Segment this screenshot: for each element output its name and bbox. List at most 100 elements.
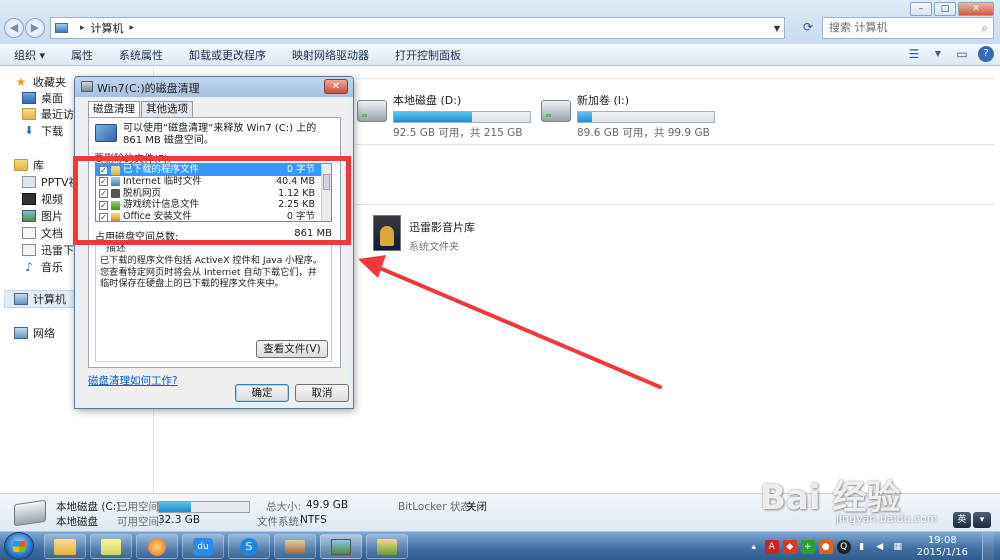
search-input[interactable]: 搜索 计算机 ⌕ bbox=[822, 17, 994, 39]
network-icon[interactable]: ▮ bbox=[855, 540, 869, 554]
help-icon[interactable]: ? bbox=[978, 46, 994, 62]
chevron-down-icon[interactable]: ▼ bbox=[774, 24, 780, 33]
tray-shield-icon[interactable]: ● bbox=[818, 539, 833, 554]
app-taskbar-button[interactable] bbox=[274, 534, 316, 559]
close-button[interactable]: ✕ bbox=[958, 2, 994, 16]
details-used-label: 已用空间: bbox=[117, 501, 163, 513]
ime-menu-icon[interactable]: ▾ bbox=[973, 512, 991, 528]
refresh-button[interactable]: ⟳ bbox=[797, 18, 819, 38]
window-controls: – □ ✕ bbox=[910, 2, 994, 16]
show-desktop-button[interactable] bbox=[982, 532, 994, 560]
xunlei-library-folder[interactable]: 迅雷影音片库 系统文件夹 bbox=[373, 215, 475, 253]
view-files-button[interactable]: 查看文件(V) bbox=[256, 340, 328, 358]
tray-security-icon[interactable]: + bbox=[800, 539, 815, 554]
highlight-box bbox=[73, 156, 351, 245]
nav-libraries[interactable]: 库 bbox=[14, 156, 44, 174]
nav-documents[interactable]: 文档 bbox=[22, 224, 63, 242]
drive-d[interactable]: 本地磁盘 (D:) 92.5 GB 可用，共 215 GB bbox=[357, 92, 531, 140]
image-viewer-taskbar-button[interactable] bbox=[320, 534, 362, 559]
notes-icon bbox=[101, 538, 121, 555]
dialog-intro: 可以使用“磁盘清理”来释放 Win7 (C:) 上的 861 MB 磁盘空间。 bbox=[123, 123, 317, 146]
drive-space: 92.5 GB 可用，共 215 GB bbox=[393, 127, 523, 139]
tray-shield-icon[interactable]: ◆ bbox=[782, 539, 797, 554]
maximize-button[interactable]: □ bbox=[934, 2, 956, 16]
nav-network[interactable]: 网络 bbox=[14, 324, 55, 342]
folder-type: 系统文件夹 bbox=[409, 242, 459, 253]
tray-up-arrow-icon[interactable]: ▴ bbox=[747, 540, 761, 554]
drive-usage-fill bbox=[394, 112, 472, 122]
nav-label: 计算机 bbox=[33, 293, 66, 306]
nav-label: 音乐 bbox=[41, 261, 63, 274]
nav-label: 收藏夹 bbox=[33, 76, 66, 89]
ime-icon[interactable]: 英 bbox=[953, 512, 971, 528]
organize-button[interactable]: 组织 ▾ bbox=[14, 47, 45, 63]
volume-icon[interactable]: ◀ bbox=[873, 540, 887, 554]
tray-app-icon[interactable]: ▦ bbox=[891, 540, 905, 554]
archive-taskbar-button[interactable] bbox=[366, 534, 408, 559]
drive-name: 本地磁盘 (D:) bbox=[393, 94, 462, 107]
control-panel-button[interactable]: 打开控制面板 bbox=[395, 47, 461, 63]
help-link[interactable]: 磁盘清理如何工作? bbox=[88, 373, 178, 388]
details-drive-name: 本地磁盘 (C:) bbox=[56, 501, 121, 513]
nav-pictures[interactable]: 图片 bbox=[22, 207, 63, 225]
nav-videos[interactable]: 视频 bbox=[22, 190, 63, 208]
ok-button[interactable]: 确定 bbox=[235, 384, 289, 402]
sogou-taskbar-button[interactable]: S bbox=[228, 534, 270, 559]
picture-icon bbox=[331, 538, 351, 555]
nav-downloads[interactable]: ⬇ 下载 bbox=[22, 122, 63, 140]
music-icon: ♪ bbox=[25, 260, 33, 274]
chevron-down-icon[interactable]: ▼ bbox=[930, 46, 946, 62]
tray-app-icon[interactable]: A bbox=[764, 539, 779, 554]
cancel-button[interactable]: 取消 bbox=[295, 384, 349, 402]
input-method-bar[interactable]: 英 ▾ bbox=[953, 512, 991, 528]
dialog-title: Win7(C:)的磁盘清理 bbox=[97, 82, 200, 95]
start-button[interactable] bbox=[4, 532, 34, 560]
drive-usage-fill bbox=[578, 112, 592, 122]
command-bar: 组织 ▾ 属性 系统属性 卸载或更改程序 映射网络驱动器 打开控制面板 bbox=[0, 44, 1000, 66]
star-icon: ★ bbox=[15, 75, 27, 89]
folder-icon bbox=[54, 538, 76, 555]
back-button[interactable]: ◀ bbox=[4, 18, 24, 38]
nav-label: 桌面 bbox=[41, 92, 63, 105]
nav-label: 下载 bbox=[41, 125, 63, 138]
baidu-taskbar-button[interactable]: du bbox=[182, 534, 224, 559]
description-group: 描述 已下载的程序文件包括 ActiveX 控件和 Java 小程序。您查看特定… bbox=[95, 239, 332, 362]
nav-label: 网络 bbox=[33, 327, 55, 340]
properties-button[interactable]: 属性 bbox=[71, 47, 93, 63]
watermark-url: jingyan.baidu.com bbox=[836, 512, 938, 525]
drive-i[interactable]: 新加卷 (I:) 89.6 GB 可用，共 99.9 GB bbox=[541, 92, 715, 140]
system-properties-button[interactable]: 系统属性 bbox=[119, 47, 163, 63]
nav-computer[interactable]: 计算机 bbox=[14, 290, 66, 308]
notes-taskbar-button[interactable] bbox=[90, 534, 132, 559]
tab-more-options[interactable]: 其他选项 bbox=[141, 101, 193, 117]
chevron-right-icon: ▸ bbox=[129, 23, 135, 33]
browser-taskbar-button[interactable] bbox=[136, 534, 178, 559]
uninstall-button[interactable]: 卸载或更改程序 bbox=[189, 47, 266, 63]
network-icon bbox=[14, 327, 28, 339]
drive-usage-bar bbox=[577, 111, 715, 123]
dialog-close-button[interactable]: ✕ bbox=[324, 79, 348, 94]
folder-name: 迅雷影音片库 bbox=[409, 221, 475, 234]
video-icon bbox=[22, 193, 36, 205]
map-drive-button[interactable]: 映射网络驱动器 bbox=[292, 47, 369, 63]
preview-pane-icon[interactable]: ▭ bbox=[954, 46, 970, 62]
tab-disk-cleanup[interactable]: 磁盘清理 bbox=[88, 101, 140, 118]
drive-usage-bar bbox=[393, 111, 531, 123]
details-fs-value: NTFS bbox=[300, 514, 327, 526]
hard-drive-icon bbox=[541, 100, 571, 122]
address-bar[interactable]: ▸ 计算机 ▸ ▼ bbox=[50, 17, 785, 39]
nav-pptv[interactable]: PPTV视 bbox=[22, 173, 80, 191]
clock[interactable]: 19:08 2015/1/16 bbox=[917, 535, 968, 559]
minimize-button[interactable]: – bbox=[910, 2, 932, 16]
forward-button[interactable]: ▶ bbox=[25, 18, 45, 38]
group-divider bbox=[355, 144, 995, 145]
explorer-taskbar-button[interactable] bbox=[44, 534, 86, 559]
view-options-icon[interactable]: ☰ bbox=[906, 46, 922, 62]
system-tray: ▴ A ◆ + ● Q ▮ ◀ ▦ 19:08 2015/1/16 bbox=[747, 532, 1000, 560]
tray-qq-icon[interactable]: Q bbox=[836, 539, 851, 554]
nav-music[interactable]: ♪ 音乐 bbox=[22, 258, 63, 276]
clock-time: 19:08 bbox=[927, 534, 957, 546]
nav-label: 库 bbox=[33, 159, 44, 172]
chevron-right-icon: ▸ bbox=[80, 23, 85, 33]
details-drive-type: 本地磁盘 bbox=[56, 516, 98, 528]
